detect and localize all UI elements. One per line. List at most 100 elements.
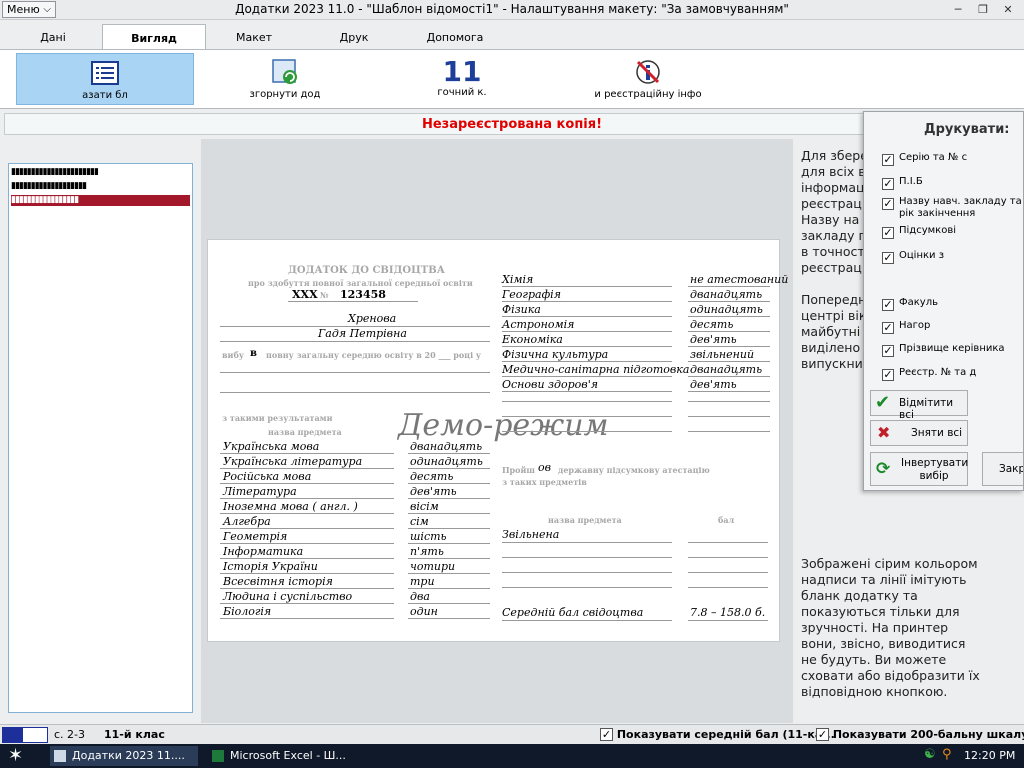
left-subject-grade: три [410, 575, 435, 588]
taskbar-item-app[interactable]: Додатки 2023 11.... [50, 746, 198, 766]
info-line: Назву на [801, 212, 860, 227]
info-line: в точност [801, 244, 865, 259]
page-indicator: с. 2-3 [54, 728, 86, 741]
show-blank-button[interactable]: азати бл [16, 53, 194, 105]
refresh-document-icon [272, 59, 297, 84]
close-icon[interactable]: ✕ [998, 1, 1018, 18]
info-line: сховати або відобразити їх [801, 668, 980, 683]
ribbon-panel: азати бл згорнути дод 11 гочний к. и реє… [0, 49, 1024, 109]
left-subject-grade: дев'ять [410, 485, 457, 498]
refresh-icon: ⟳ [876, 459, 891, 479]
right-subject-grade: не атестований [690, 273, 789, 286]
doc-header-sub: про здобуття повної загальної середньої … [248, 278, 473, 288]
right-subject-grade: десять [690, 318, 734, 331]
tab-layout[interactable]: Макет [206, 24, 302, 50]
tab-view[interactable]: Вигляд [102, 24, 206, 50]
left-subject-name: Геометрія [223, 530, 288, 543]
right-subject-grade: звільнений [690, 348, 755, 361]
invert-label: Інвертувати вибір [901, 457, 969, 482]
show-avg-checkbox[interactable]: ✓ Показувати середній бал (11-ка... [600, 728, 835, 741]
attest-fill: ов [538, 461, 552, 474]
tab-data[interactable]: Дані [4, 24, 102, 50]
info-line: зручності. На принтер [801, 620, 949, 635]
info-line: не будуть. Ви можете [801, 652, 947, 667]
print-option-checkbox[interactable]: ✓ Підсумкові [882, 225, 956, 239]
invert-selection-button[interactable]: ⟳ Інвертувати вибір [870, 452, 968, 486]
checkmark-icon: ✓ [882, 197, 894, 210]
right-subject-grade: дев'ять [690, 378, 737, 391]
left-subject-grade: п'ять [410, 545, 444, 558]
checkmark-icon: ✓ [882, 226, 894, 239]
list-item[interactable]: ▮▮▮▮▮▮▮▮▮▮▮▮▮▮▮▮▮▮▮ [11, 181, 190, 192]
hide-registration-button[interactable]: и реєстраційну інфо [590, 53, 706, 105]
print-panel-title: Друкувати: [924, 122, 1010, 137]
print-option-checkbox[interactable]: ✓ Факуль [882, 297, 938, 311]
checkmark-icon: ✓ [882, 321, 894, 334]
preview-area: ДОДАТОК ДО СВІДОЦТВА про здобуття повної… [201, 139, 793, 723]
clear-all-button[interactable]: ✖ Зняти всі [870, 420, 968, 446]
close-panel-button[interactable]: Закр [982, 452, 1023, 486]
print-option-label: Реєстр. № та д [899, 367, 977, 378]
grade-label: гочний к. [437, 87, 487, 98]
print-option-checkbox[interactable]: ✓ П.І.Б [882, 176, 923, 190]
sheet-list[interactable]: ▮▮▮▮▮▮▮▮▮▮▮▮▮▮▮▮▮▮▮▮▮▮ ▮▮▮▮▮▮▮▮▮▮▮▮▮▮▮▮▮… [8, 163, 193, 713]
print-option-checkbox[interactable]: ✓ Прізвище керівника [882, 343, 1005, 357]
avg-value: 7.8 – 158.0 б. [690, 606, 766, 619]
checkmark-icon: ✓ [816, 728, 829, 741]
info-line: інформац [801, 180, 865, 195]
print-option-label: Назву навч. закладу та рік закінчення [899, 196, 1022, 219]
taskbar-excel-label: Microsoft Excel - Ш... [230, 749, 346, 762]
tab-help[interactable]: Допомога [406, 24, 504, 50]
left-subject-grade: шість [410, 530, 447, 543]
info-line: Для збере [801, 148, 868, 163]
right-subject-name: Астрономія [502, 318, 575, 331]
minimize-icon[interactable]: ─ [948, 1, 968, 18]
print-option-label: Прізвище керівника [899, 343, 1005, 354]
show-avg-label: Показувати середній бал (11-ка... [616, 728, 835, 741]
info-line: реєстрац [801, 196, 862, 211]
left-subject-grade: два [410, 590, 430, 603]
print-option-checkbox[interactable]: ✓ Реєстр. № та д [882, 367, 976, 381]
color-swatch[interactable] [2, 727, 48, 743]
print-option-label: Оцінки з [899, 250, 945, 261]
print-option-label: Нагор [899, 320, 931, 331]
list-item-selected[interactable]: ▮▮▮▮▮▮▮▮▮▮▮▮▮▮▮▮▮ [11, 195, 190, 206]
doc-subject-col: назва предмета [268, 427, 342, 437]
print-option-checkbox[interactable]: ✓ Назву навч. закладу та рік закінчення [882, 196, 1022, 220]
doc-header-title: ДОДАТОК ДО СВІДОЦТВА [288, 265, 445, 276]
show-200-checkbox[interactable]: ✓ Показувати 200-бальну шкалу [816, 728, 1024, 741]
left-subject-name: Література [223, 485, 297, 498]
print-option-checkbox[interactable]: ✓ Оцінки з [882, 250, 944, 264]
collapse-appendix-button[interactable]: згорнути дод [220, 53, 350, 105]
right-subject-grade: дванадцять [690, 363, 763, 376]
info-line: центрі вік [801, 308, 867, 323]
right-subject-name: Економіка [502, 333, 563, 346]
restore-icon[interactable]: ❐ [973, 1, 993, 18]
info-text-bottom: Зображені сірим кольором надписи та лінії… [801, 556, 980, 700]
select-all-button[interactable]: ✔ Відмітити всі [870, 390, 968, 421]
start-icon[interactable]: ✶ [8, 745, 23, 766]
taskbar-item-excel[interactable]: Microsoft Excel - Ш... [208, 746, 368, 766]
print-option-checkbox[interactable]: ✓ Серію та № с [882, 152, 967, 166]
network-icon[interactable]: ☯ [924, 747, 936, 762]
info-text-top: Для збере для всіх в інформац реєстрац Назву… [801, 148, 868, 276]
list-item[interactable]: ▮▮▮▮▮▮▮▮▮▮▮▮▮▮▮▮▮▮▮▮▮▮ [11, 167, 190, 178]
doc-results-label: з такими результатами [222, 413, 333, 423]
list-icon [91, 61, 119, 85]
right-subject-grade: дев'ять [690, 333, 737, 346]
checkmark-icon: ✓ [882, 177, 894, 190]
cross-icon: ✖ [877, 423, 891, 442]
search-icon[interactable]: ⚲ [942, 747, 952, 762]
info-line: випускни [801, 356, 863, 371]
checkmark-icon: ✓ [882, 368, 894, 381]
print-option-checkbox[interactable]: ✓ Нагор [882, 320, 930, 334]
right-subject-grade: одинадцять [690, 303, 763, 316]
tab-print[interactable]: Друк [302, 24, 406, 50]
collapse-appendix-label: згорнути дод [249, 89, 321, 100]
info-line: закладу п [801, 228, 867, 243]
info-text-mid: Попередн центрі вік майбутні виділено випуск… [801, 292, 866, 372]
info-line: реєстрац [801, 260, 862, 275]
doc-no-label: № [320, 290, 329, 300]
grade-button[interactable]: 11 гочний к. [410, 53, 514, 105]
no-info-icon [636, 60, 660, 84]
